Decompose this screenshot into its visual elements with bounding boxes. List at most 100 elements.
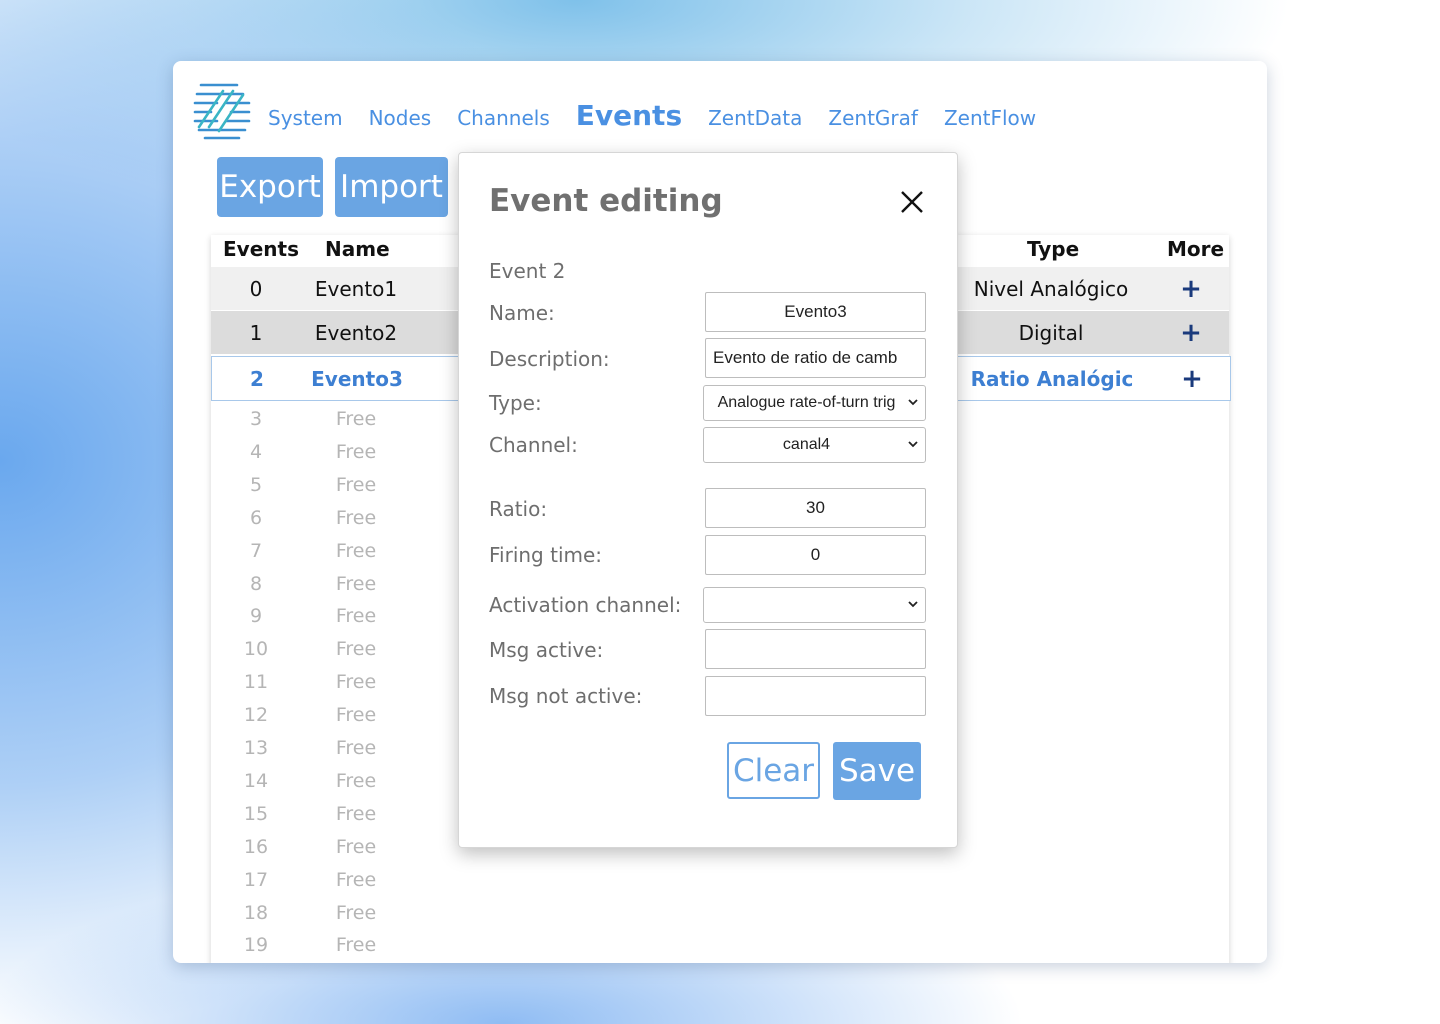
row-name: Evento2: [314, 320, 398, 345]
list-item[interactable]: 9 Free: [211, 600, 461, 633]
list-item[interactable]: 12 Free: [211, 699, 461, 732]
row-index: 1: [249, 320, 263, 345]
header-events: Events: [223, 237, 299, 261]
row-type: Digital: [1018, 320, 1084, 345]
activation-channel-select[interactable]: [703, 587, 926, 623]
nav-nodes[interactable]: Nodes: [369, 106, 432, 130]
row-index: 3: [249, 408, 263, 430]
chevron-down-icon: [908, 399, 918, 406]
event-number: Event 2: [489, 259, 566, 283]
channel-select-value: canal4: [782, 436, 831, 453]
row-index: 12: [243, 704, 269, 727]
type-select[interactable]: Analogue rate-of-turn trig: [703, 385, 926, 421]
row-name: Free: [335, 868, 377, 891]
firing-time-field[interactable]: 0: [705, 535, 926, 575]
ratio-field[interactable]: 30: [705, 488, 926, 528]
row-name: Evento1: [314, 276, 398, 301]
row-name: Free: [335, 934, 377, 957]
row-name: Free: [335, 704, 377, 727]
msg-active-label: Msg active:: [489, 638, 604, 662]
row-index: 16: [243, 835, 269, 858]
channel-select[interactable]: canal4: [703, 427, 926, 463]
firing-time-label: Firing time:: [489, 543, 603, 567]
row-index: 0: [249, 276, 263, 301]
nav-system[interactable]: System: [268, 106, 343, 130]
list-item[interactable]: 16 Free: [211, 831, 461, 864]
header-type: Type: [1027, 237, 1080, 261]
modal-title: Event editing: [489, 183, 723, 219]
nav-zentgraf[interactable]: ZentGraf: [828, 106, 918, 130]
row-index: 5: [249, 473, 263, 496]
row-index: 10: [243, 638, 269, 661]
row-name: Free: [335, 769, 377, 792]
row-name: Free: [335, 408, 377, 430]
name-label: Name:: [489, 301, 555, 325]
list-item[interactable]: 4 Free: [211, 436, 461, 469]
list-item[interactable]: 13 Free: [211, 732, 461, 765]
row-index: 7: [249, 539, 263, 562]
row-name: Free: [335, 638, 377, 661]
plus-icon[interactable]: +: [1172, 357, 1212, 400]
export-button[interactable]: Export: [217, 157, 323, 217]
type-select-value: Analogue rate-of-turn trig: [717, 394, 896, 411]
row-name: Free: [335, 572, 377, 595]
close-icon[interactable]: [899, 189, 925, 215]
list-item[interactable]: 5 Free: [211, 469, 461, 502]
clear-button[interactable]: Clear: [727, 742, 820, 799]
import-button[interactable]: Import: [335, 157, 448, 217]
msg-not-active-field[interactable]: [705, 676, 926, 716]
list-item[interactable]: 18 Free: [211, 897, 461, 930]
row-name: Free: [335, 835, 377, 858]
row-name: Free: [335, 802, 377, 825]
msg-not-active-label: Msg not active:: [489, 684, 643, 708]
row-index: 8: [249, 572, 263, 595]
row-name: Free: [335, 473, 377, 496]
channel-label: Channel:: [489, 433, 578, 457]
list-item[interactable]: 7 Free: [211, 535, 461, 568]
chevron-down-icon: [908, 441, 918, 448]
nav-zentflow[interactable]: ZentFlow: [944, 106, 1036, 130]
row-name: Free: [335, 901, 377, 924]
ratio-label: Ratio:: [489, 497, 548, 521]
list-item[interactable]: 8 Free: [211, 568, 461, 601]
list-item[interactable]: 10 Free: [211, 633, 461, 666]
nav-channels[interactable]: Channels: [457, 106, 550, 130]
list-item[interactable]: 15 Free: [211, 798, 461, 831]
description-field[interactable]: Evento de ratio de camb: [705, 338, 926, 378]
header-name: Name: [325, 237, 390, 261]
row-index: 19: [243, 934, 269, 957]
msg-active-field[interactable]: [705, 629, 926, 669]
nav-zentdata[interactable]: ZentData: [708, 106, 802, 130]
list-item[interactable]: 11 Free: [211, 666, 461, 699]
name-field[interactable]: Evento3: [705, 292, 926, 332]
list-item[interactable]: 19 Free: [211, 929, 461, 962]
list-item[interactable]: 3 Free: [211, 403, 461, 436]
app-window: System Nodes Channels Events ZentData Ze…: [173, 61, 1267, 963]
list-item[interactable]: 14 Free: [211, 765, 461, 798]
row-index: 4: [249, 440, 263, 463]
row-name: Free: [335, 506, 377, 529]
row-name: Free: [335, 671, 377, 694]
row-name: Evento3: [311, 366, 403, 391]
row-index: 2: [250, 366, 264, 391]
chevron-down-icon: [908, 601, 918, 608]
list-item[interactable]: 17 Free: [211, 864, 461, 897]
plus-icon[interactable]: +: [1171, 311, 1211, 354]
top-nav: System Nodes Channels Events ZentData Ze…: [268, 99, 1036, 132]
header-more: More: [1167, 237, 1225, 261]
description-label: Description:: [489, 347, 610, 371]
row-type: Nivel Analógico: [973, 276, 1129, 301]
activation-channel-label: Activation channel:: [489, 593, 682, 617]
plus-icon[interactable]: +: [1171, 267, 1211, 310]
type-label: Type:: [489, 391, 542, 415]
row-index: 9: [249, 605, 263, 628]
save-button[interactable]: Save: [833, 742, 921, 800]
row-index: 17: [243, 868, 269, 891]
row-name: Free: [335, 605, 377, 628]
row-index: 15: [243, 802, 269, 825]
row-index: 6: [249, 506, 263, 529]
row-name: Free: [335, 539, 377, 562]
list-item[interactable]: 6 Free: [211, 502, 461, 535]
row-index: 14: [243, 769, 269, 792]
nav-events[interactable]: Events: [576, 99, 682, 132]
